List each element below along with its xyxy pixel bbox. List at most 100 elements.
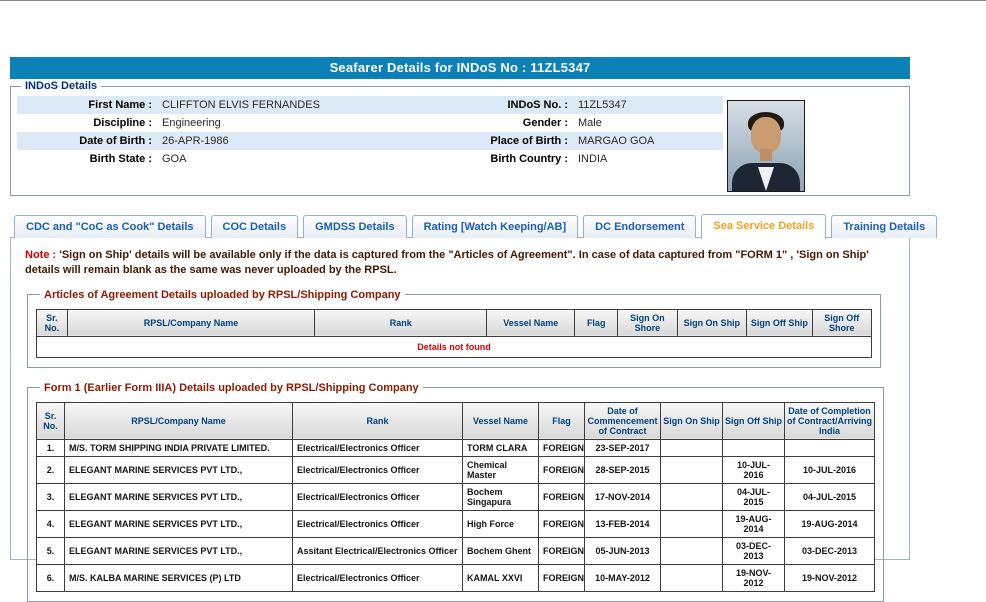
cell-company: ELEGANT MARINE SERVICES PVT LTD., xyxy=(64,536,293,565)
tab-dc-endorsement[interactable]: DC Endorsement xyxy=(583,215,697,238)
cell-rank: Electrical/Electronics Officer xyxy=(292,482,463,511)
column-header-sign-on-ship: Sign On Ship xyxy=(660,401,723,440)
cell-flag: FOREIGN xyxy=(538,536,585,565)
column-header-rank: Rank xyxy=(314,308,488,337)
cell-commencement: 05-JUN-2013 xyxy=(584,536,661,565)
cell-sign-on-ship xyxy=(660,482,723,511)
table-row: 3. ELEGANT MARINE SERVICES PVT LTD., Ele… xyxy=(36,482,875,511)
cell-flag: FOREIGN xyxy=(538,509,585,538)
field-label-birth-state: Birth State : xyxy=(89,153,152,165)
table-row: 4. ELEGANT MARINE SERVICES PVT LTD., Ele… xyxy=(36,509,875,538)
field-value-place-of-birth: MARGAO GOA xyxy=(578,135,655,147)
cell-vessel: TORM CLARA xyxy=(462,438,539,457)
cell-company: ELEGANT MARINE SERVICES PVT LTD., xyxy=(64,482,293,511)
field-value-birth-country: INDIA xyxy=(578,153,608,165)
form1-table: Sr. No. RPSL/Company Name Rank Vessel Na… xyxy=(36,401,875,592)
cell-commencement: 28-SEP-2015 xyxy=(584,455,661,484)
cell-sign-off-ship: 19-AUG-2014 xyxy=(722,509,785,538)
articles-header-row: Sr. No. RPSL/Company Name Rank Vessel Na… xyxy=(36,308,873,337)
cell-flag: FOREIGN xyxy=(538,455,585,484)
column-header-company: RPSL/Company Name xyxy=(64,401,293,440)
cell-vessel: Chemical Master xyxy=(462,455,539,484)
field-value-gender: Male xyxy=(578,117,602,129)
column-header-sr-no: Sr. No. xyxy=(36,308,68,337)
cell-sign-on-ship xyxy=(660,563,723,592)
page-title: Seafarer Details for INDoS No : 11ZL5347 xyxy=(10,57,910,79)
column-header-flag: Flag xyxy=(538,401,585,440)
detail-row: Birth State : GOA Birth Country : INDIA xyxy=(17,150,723,168)
detail-row: Date of Birth : 26-APR-1986 Place of Bir… xyxy=(17,132,723,150)
articles-table: Sr. No. RPSL/Company Name Rank Vessel Na… xyxy=(36,308,873,358)
field-label-gender: Gender : xyxy=(522,117,568,129)
cell-company: ELEGANT MARINE SERVICES PVT LTD., xyxy=(64,509,293,538)
tab-coc-details[interactable]: COC Details xyxy=(210,215,299,238)
field-label-first-name: First Name : xyxy=(88,99,152,111)
cell-vessel: Bochem Singapura xyxy=(462,482,539,511)
detail-row: Discipline : Engineering Gender : Male xyxy=(17,114,723,132)
cell-rank: Electrical/Electronics Officer xyxy=(292,455,463,484)
cell-company: M/S. TORM SHIPPING INDIA PRIVATE LIMITED… xyxy=(64,438,293,457)
tab-sea-service-details[interactable]: Sea Service Details xyxy=(701,214,827,239)
cell-rank: Electrical/Electronics Officer xyxy=(292,438,463,457)
tab-training-details[interactable]: Training Details xyxy=(831,215,938,238)
column-header-sign-off-ship: Sign Off Ship xyxy=(746,308,813,337)
field-value-date-of-birth: 26-APR-1986 xyxy=(162,135,229,147)
cell-rank: Electrical/Electronics Officer xyxy=(292,509,463,538)
window-top-border xyxy=(0,0,986,1)
cell-sr-no: 1. xyxy=(36,438,65,457)
note-prefix: Note : xyxy=(25,249,57,261)
empty-message: Details not found xyxy=(36,335,872,358)
cell-flag: FOREIGN xyxy=(538,438,585,457)
column-header-sign-off-ship: Sign Off Ship xyxy=(722,401,785,440)
column-header-company: RPSL/Company Name xyxy=(66,308,316,337)
cell-sign-off-ship: 04-JUL-2015 xyxy=(722,482,785,511)
note-text: Note : 'Sign on Ship' details will be av… xyxy=(25,248,895,279)
field-value-discipline: Engineering xyxy=(162,117,221,129)
cell-vessel: KAMAL XXVI xyxy=(462,563,539,592)
tab-cdc-coc-cook-details[interactable]: CDC and "CoC as Cook" Details xyxy=(14,215,206,238)
note-body: 'Sign on Ship' details will be available… xyxy=(25,249,869,277)
cell-vessel: Bochem Ghent xyxy=(462,536,539,565)
tab-gmdss-details[interactable]: GMDSS Details xyxy=(303,215,407,238)
cell-commencement: 13-FEB-2014 xyxy=(584,509,661,538)
cell-company: M/S. KALBA MARINE SERVICES (P) LTD xyxy=(64,563,293,592)
cell-commencement: 17-NOV-2014 xyxy=(584,482,661,511)
cell-commencement: 23-SEP-2017 xyxy=(584,438,661,457)
cell-sr-no: 5. xyxy=(36,536,65,565)
cell-sign-on-ship xyxy=(660,536,723,565)
cell-sign-on-ship xyxy=(660,438,723,457)
field-label-discipline: Discipline : xyxy=(93,117,152,129)
tab-rating-watchkeeping-ab[interactable]: Rating [Watch Keeping/AB] xyxy=(411,215,579,238)
table-row: 2. ELEGANT MARINE SERVICES PVT LTD., Ele… xyxy=(36,455,875,484)
table-row: 6. M/S. KALBA MARINE SERVICES (P) LTD El… xyxy=(36,563,875,592)
page: Seafarer Details for INDoS No : 11ZL5347… xyxy=(10,57,938,602)
cell-sr-no: 2. xyxy=(36,455,65,484)
cell-completion: 04-JUL-2015 xyxy=(784,482,875,511)
cell-commencement: 10-MAY-2012 xyxy=(584,563,661,592)
detail-row: First Name : CLIFFTON ELVIS FERNANDES IN… xyxy=(17,96,723,114)
column-header-completion: Date of Completion of Contract/Arriving … xyxy=(784,401,875,440)
seafarer-photo xyxy=(727,100,805,192)
column-header-commencement: Date of Commencement of Contract xyxy=(584,401,661,440)
cell-rank: Assitant Electrical/Electronics Officer xyxy=(292,536,463,565)
indos-details-legend: INDoS Details xyxy=(25,80,98,92)
indos-details-table: First Name : CLIFFTON ELVIS FERNANDES IN… xyxy=(17,96,723,168)
column-header-rank: Rank xyxy=(292,401,463,440)
cell-sr-no: 3. xyxy=(36,482,65,511)
cell-sign-on-ship xyxy=(660,509,723,538)
cell-completion: 10-JUL-2016 xyxy=(784,455,875,484)
cell-completion: 19-NOV-2012 xyxy=(784,563,875,592)
field-label-place-of-birth: Place of Birth : xyxy=(490,135,568,147)
form1-legend: Form 1 (Earlier Form IIIA) Details uploa… xyxy=(44,381,419,394)
avatar-neck xyxy=(760,149,772,161)
articles-of-agreement-section: Articles of Agreement Details uploaded b… xyxy=(27,288,881,368)
cell-sign-off-ship: 10-JUL-2016 xyxy=(722,455,785,484)
field-value-birth-state: GOA xyxy=(162,153,187,165)
column-header-flag: Flag xyxy=(574,308,619,337)
form1-section: Form 1 (Earlier Form IIIA) Details uploa… xyxy=(27,381,884,602)
cell-sign-on-ship xyxy=(660,455,723,484)
column-header-vessel: Vessel Name xyxy=(486,308,576,337)
cell-completion xyxy=(784,438,875,457)
column-header-sign-on-shore: Sign On Shore xyxy=(617,308,678,337)
articles-legend: Articles of Agreement Details uploaded b… xyxy=(44,288,401,301)
